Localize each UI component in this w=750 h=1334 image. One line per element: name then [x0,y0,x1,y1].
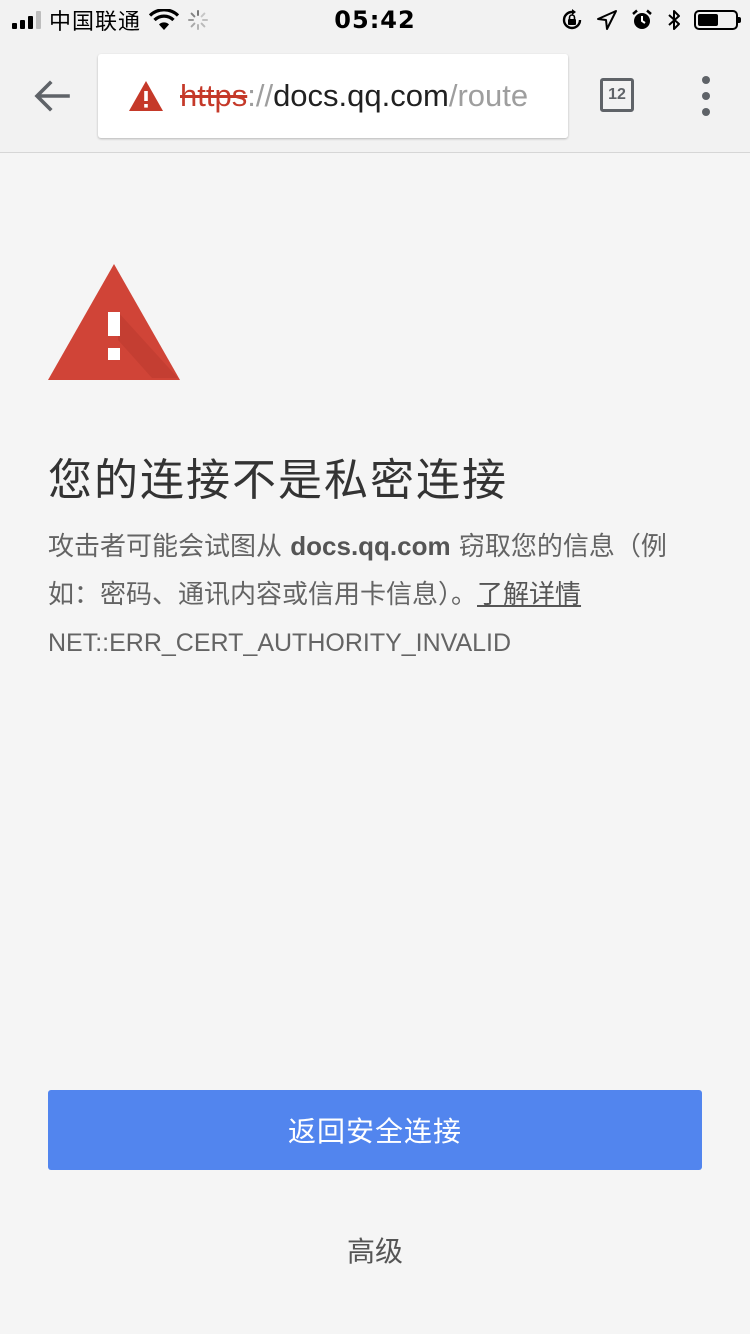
alarm-clock-icon [632,9,652,29]
url-scheme: https [180,78,248,113]
more-menu-button[interactable] [690,76,722,116]
status-bar: 中国联通 05:42 [0,0,750,40]
battery-icon [694,10,741,30]
battery-level [698,14,718,26]
error-code: NET::ERR_CERT_AUTHORITY_INVALID [48,629,512,657]
url-fade [528,54,568,138]
menu-dot [702,76,710,84]
url-path: /route [448,78,529,113]
bluetooth-icon [668,10,680,30]
address-bar[interactable]: https://docs.qq.com/route [98,54,568,138]
tab-switcher-button[interactable]: 12 [600,78,634,112]
back-to-safety-button[interactable]: 返回安全连接 [48,1090,702,1170]
back-button[interactable] [22,66,82,126]
url-separator: :// [247,78,274,113]
explanation-paragraph: 攻击者可能会试图从 docs.qq.com 窃取您的信息（例如：密码、通讯内容或… [48,522,708,619]
status-right [560,6,741,34]
browser-toolbar: https://docs.qq.com/route 12 [0,40,750,153]
url-text[interactable]: https://docs.qq.com/route [180,78,528,114]
explanation-host: docs.qq.com [290,531,451,561]
menu-dot [702,92,710,100]
url-host: docs.qq.com [273,78,449,113]
menu-dot [702,108,710,116]
arrow-back-icon [34,80,70,112]
warning-triangle-icon [48,264,180,380]
rotation-lock-icon [562,9,582,30]
explanation-prefix: 攻击者可能会试图从 [48,532,291,562]
security-warning-icon[interactable] [128,80,164,112]
location-arrow-icon [597,10,617,30]
learn-more-link[interactable]: 了解详情 [477,580,581,610]
interstitial-content: 您的连接不是私密连接 攻击者可能会试图从 docs.qq.com 窃取您的信息（… [48,264,708,667]
advanced-button[interactable]: 高级 [275,1212,475,1288]
page-title: 您的连接不是私密连接 [48,455,508,506]
